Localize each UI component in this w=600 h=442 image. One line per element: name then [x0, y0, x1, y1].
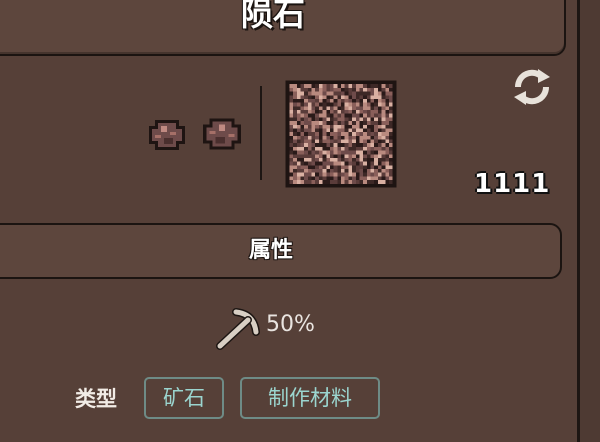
refresh-icon[interactable]	[510, 67, 554, 107]
tag-ore[interactable]: 矿石	[144, 377, 224, 419]
attributes-header: 属性	[0, 223, 562, 279]
title-bar: 陨石	[0, 0, 566, 56]
pickaxe-icon	[216, 308, 260, 350]
meteorite-block-icon	[285, 80, 397, 188]
meteorite-ore-icon	[149, 120, 185, 150]
meteorite-ore-icon	[203, 118, 241, 150]
item-count: 1111	[474, 169, 551, 199]
item-title: 陨石	[240, 0, 305, 33]
pickaxe-power-value: 50%	[266, 312, 315, 337]
scroll-strip[interactable]	[580, 0, 600, 442]
sprite-separator	[260, 86, 262, 180]
tag-crafting-material[interactable]: 制作材料	[240, 377, 380, 419]
attributes-title: 属性	[248, 238, 293, 263]
item-detail-panel: 陨石 1111 属性 50% 类型 矿石 制作材料	[0, 0, 600, 442]
type-label: 类型	[75, 387, 117, 411]
